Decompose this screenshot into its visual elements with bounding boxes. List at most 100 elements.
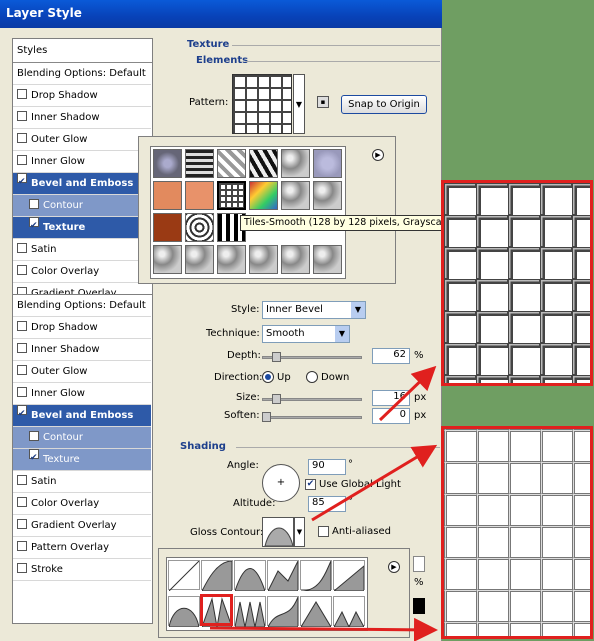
pattern-swatch-zebra[interactable] <box>249 149 278 178</box>
contour-thumb[interactable] <box>267 596 299 628</box>
pattern-swatch-gravel-4[interactable] <box>249 245 278 274</box>
pattern-swatch-gravel-6[interactable] <box>313 245 342 274</box>
style-select[interactable]: Inner Bevel ▼ <box>262 301 366 319</box>
pattern-swatch-dark-weave[interactable] <box>185 149 214 178</box>
pattern-swatch-squares[interactable] <box>185 213 214 242</box>
style-item[interactable]: Drop Shadow <box>13 317 151 339</box>
depth-input[interactable]: 62 <box>372 348 410 364</box>
angle-input[interactable]: 90 <box>308 459 346 475</box>
pattern-swatch-bubbles[interactable] <box>153 149 182 178</box>
style-item[interactable]: Inner Shadow <box>13 339 151 361</box>
angle-dial[interactable]: + <box>262 464 300 502</box>
style-checkbox[interactable] <box>17 387 27 397</box>
pattern-swatch-rust[interactable] <box>153 213 182 242</box>
soften-slider-track[interactable] <box>262 416 362 419</box>
style-checkbox[interactable] <box>29 449 39 459</box>
style-item[interactable]: Satin <box>13 471 151 493</box>
style-checkbox[interactable] <box>17 173 27 183</box>
contour-thumb[interactable] <box>300 596 332 628</box>
style-item[interactable]: Outer Glow <box>13 361 151 383</box>
style-item[interactable]: Contour <box>13 195 151 217</box>
contour-thumb[interactable] <box>267 560 299 592</box>
style-checkbox[interactable] <box>17 243 27 253</box>
style-checkbox[interactable] <box>17 365 27 375</box>
pattern-swatch-gravel-5[interactable] <box>281 245 310 274</box>
style-item[interactable]: Inner Glow <box>13 151 151 173</box>
style-item[interactable]: Blending Options: Default <box>13 295 151 317</box>
anti-aliased-checkbox[interactable] <box>318 526 329 537</box>
style-item[interactable]: Blending Options: Default <box>13 63 151 85</box>
contour-thumb[interactable] <box>234 560 266 592</box>
size-slider-thumb[interactable] <box>272 394 281 404</box>
style-checkbox[interactable] <box>17 475 27 485</box>
gloss-contour-preview[interactable] <box>262 517 294 547</box>
pattern-swatch-gravel-2[interactable] <box>185 245 214 274</box>
pattern-swatch-blue-dots[interactable] <box>313 149 342 178</box>
pattern-swatch-tiles-smooth[interactable] <box>217 181 246 210</box>
style-checkbox[interactable] <box>17 405 27 415</box>
picker-menu-arrow-icon[interactable]: ▶ <box>372 149 384 161</box>
contour-menu-arrow-icon[interactable]: ▶ <box>388 561 400 573</box>
pattern-swatch-gravel-3[interactable] <box>217 245 246 274</box>
depth-slider-thumb[interactable] <box>272 352 281 362</box>
style-checkbox[interactable] <box>17 133 27 143</box>
contour-thumb[interactable] <box>234 596 266 628</box>
pattern-swatch-orange-1[interactable] <box>153 181 182 210</box>
styles-header[interactable]: Styles <box>13 39 152 63</box>
style-item[interactable]: Texture <box>13 449 151 471</box>
pattern-swatch-stone[interactable] <box>281 149 310 178</box>
pattern-swatch-crackle[interactable] <box>281 181 310 210</box>
style-item[interactable]: Contour <box>13 427 151 449</box>
style-checkbox[interactable] <box>17 519 27 529</box>
pattern-preview[interactable] <box>232 74 292 134</box>
style-item[interactable]: Gradient Overlay <box>13 515 151 537</box>
style-checkbox[interactable] <box>17 265 27 275</box>
style-item[interactable]: Stroke <box>13 559 151 581</box>
style-checkbox[interactable] <box>17 111 27 121</box>
style-item[interactable]: Inner Shadow <box>13 107 151 129</box>
technique-select[interactable]: Smooth ▼ <box>262 325 350 343</box>
style-item[interactable]: Color Overlay <box>13 493 151 515</box>
style-item[interactable]: Drop Shadow <box>13 85 151 107</box>
style-item[interactable]: Pattern Overlay <box>13 537 151 559</box>
contour-thumb[interactable] <box>168 596 200 628</box>
style-item[interactable]: Bevel and Emboss <box>13 173 151 195</box>
soften-slider-thumb[interactable] <box>262 412 271 422</box>
style-checkbox[interactable] <box>17 155 27 165</box>
contour-thumb[interactable] <box>201 560 233 592</box>
contour-thumb[interactable] <box>300 560 332 592</box>
altitude-input[interactable]: 85 <box>308 496 346 512</box>
style-item[interactable]: Inner Glow <box>13 383 151 405</box>
direction-down-radio[interactable] <box>306 371 318 383</box>
pattern-swatch-gravel-1[interactable] <box>153 245 182 274</box>
style-checkbox[interactable] <box>17 321 27 331</box>
new-preset-icon[interactable]: ▪ <box>317 96 329 108</box>
contour-thumb[interactable] <box>332 560 365 592</box>
style-checkbox[interactable] <box>17 343 27 353</box>
snap-to-origin-button[interactable]: Snap to Origin <box>341 95 427 114</box>
style-item[interactable]: Texture <box>13 217 151 239</box>
style-item[interactable]: Satin <box>13 239 151 261</box>
style-checkbox[interactable] <box>29 431 39 441</box>
style-checkbox[interactable] <box>17 497 27 507</box>
style-checkbox[interactable] <box>17 89 27 99</box>
pattern-swatch-orange-2[interactable] <box>185 181 214 210</box>
style-item[interactable]: Outer Glow <box>13 129 151 151</box>
style-item[interactable]: Color Overlay <box>13 261 151 283</box>
pattern-dropdown-button[interactable]: ▼ <box>293 74 305 134</box>
gloss-contour-dropdown[interactable]: ▼ <box>294 517 305 547</box>
style-checkbox[interactable] <box>29 217 39 227</box>
contour-thumb[interactable] <box>333 596 365 629</box>
style-checkbox[interactable] <box>17 541 27 551</box>
soften-input[interactable]: 0 <box>372 408 410 424</box>
pattern-swatch-rainbow[interactable] <box>249 181 278 210</box>
global-light-checkbox[interactable]: ✔ <box>305 479 316 490</box>
contour-thumb[interactable] <box>168 560 200 592</box>
style-item[interactable]: Bevel and Emboss <box>13 405 151 427</box>
direction-up-radio[interactable] <box>262 371 274 383</box>
size-input[interactable]: 16 <box>372 390 410 406</box>
style-checkbox[interactable] <box>17 563 27 573</box>
pattern-swatch-tiles[interactable] <box>217 149 246 178</box>
style-checkbox[interactable] <box>29 199 39 209</box>
pattern-swatch-fibers[interactable] <box>313 181 342 210</box>
